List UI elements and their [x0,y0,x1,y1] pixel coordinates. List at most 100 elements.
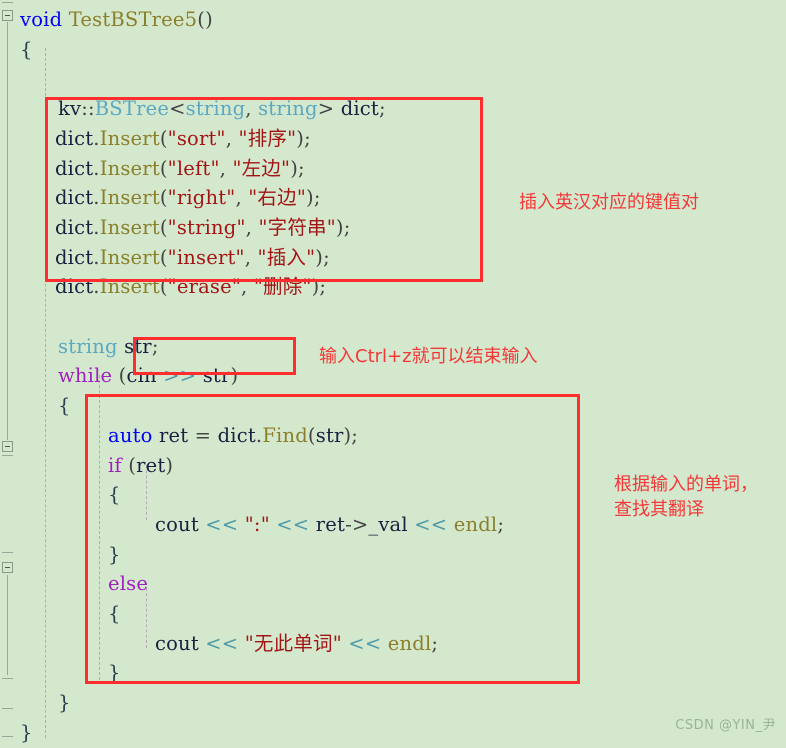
code-token: string [258,97,318,121]
code-token: "排序" [238,126,297,150]
code-token: , [235,186,249,210]
code-token: cin [126,364,157,388]
code-token: , [225,126,239,150]
code-token: ); [306,186,321,210]
ctrl-z-note: 输入Ctrl+z就可以结束输入 [319,346,538,367]
code-token: ); [296,126,311,150]
code-token: _val [368,512,408,536]
code-token: "右边" [248,186,307,210]
code-token: "insert" [167,245,245,269]
code-line[interactable]: dict.Insert("right", "右边"); [0,183,321,213]
code-token: > [317,97,341,121]
code-token: endl [453,512,498,536]
code-token: str [315,423,344,447]
code-token: } [58,691,71,715]
code-token: ; [378,97,386,121]
code-token: ); [290,156,305,180]
translate-note: 根据输入的单词， 查找其翻译 [614,474,758,520]
code-line[interactable]: { [0,35,33,65]
code-token: "right" [167,186,236,210]
code-line[interactable]: kv::BSTree<string, string> dict; [0,94,386,124]
code-token: cout [155,512,199,536]
code-token: Insert [99,156,160,180]
code-line[interactable]: { [0,599,121,629]
code-token: "无此单词" [244,631,342,655]
code-token: dict [55,126,94,150]
code-token: if [108,453,122,477]
fold-tick-top [2,2,13,3]
code-token: = [188,423,218,447]
code-token: Insert [99,275,160,299]
code-token: -> [345,512,369,536]
code-line[interactable]: string str; [0,332,159,362]
code-token: Insert [99,245,160,269]
code-line[interactable]: } [0,688,71,718]
code-line[interactable]: cout << "无此单词" << endl; [0,629,438,659]
insert-note: 插入英汉对应的键值对 [519,192,699,213]
code-token: < [169,97,186,121]
code-token: "left" [167,156,220,180]
code-line[interactable]: while (cin >> str) [0,361,238,391]
code-line[interactable]: { [0,480,121,510]
code-token: ( [159,215,168,239]
code-token: ret [136,453,166,477]
code-token: , [244,245,258,269]
code-token: Insert [99,215,160,239]
code-line[interactable] [0,302,58,332]
code-token: , [219,156,233,180]
code-token: TestBSTree5 [68,8,198,31]
code-token: ":" [244,512,270,536]
code-token: ( [159,186,168,210]
code-token: ) [165,453,174,477]
code-line[interactable]: void TestBSTree5() [0,5,213,35]
code-token: Find [262,423,308,447]
code-token: ); [315,245,330,269]
code-line[interactable]: dict.Insert("string", "字符串"); [0,213,351,243]
code-token: "erase" [167,275,242,299]
code-line[interactable]: } [0,540,121,570]
code-token: else [108,572,149,596]
code-token: :: [81,97,95,121]
code-token: auto [108,423,153,447]
code-token: endl [387,631,432,655]
code-token: ( [307,423,316,447]
code-token: ); [311,275,327,299]
code-line[interactable]: dict.Insert("sort", "排序"); [0,124,311,154]
code-line[interactable]: dict.Insert("left", "左边"); [0,154,305,184]
code-line[interactable]: { [0,391,71,421]
code-token: "sort" [167,126,226,150]
code-token: << [205,631,239,655]
code-line[interactable]: cout << ":" << ret->_val << endl; [0,510,504,540]
code-line[interactable] [0,64,58,94]
code-line[interactable]: dict.Insert("insert", "插入"); [0,243,330,273]
code-token: "左边" [232,156,291,180]
code-token: dict [55,156,94,180]
code-token: string [185,97,246,121]
code-token: dict [340,97,379,121]
code-token: ) [230,364,239,388]
code-token: } [108,542,121,566]
code-token: ret [315,512,346,536]
code-line[interactable]: auto ret = dict.Find(str); [0,421,358,451]
code-token: , [245,215,259,239]
code-token: ( [159,245,168,269]
code-token: { [58,394,71,418]
code-token: dict [55,275,94,299]
code-token: "删除" [253,275,312,299]
code-line[interactable]: } [0,718,33,748]
code-token: "string" [167,215,246,239]
code-token: kv [58,97,82,121]
code-line[interactable]: } [0,658,121,688]
code-line[interactable]: else [0,569,148,599]
code-token: cout [155,631,199,655]
code-token: { [20,37,33,61]
code-token: "插入" [257,245,316,269]
code-line[interactable]: if (ret) [0,451,173,481]
code-token: , [245,97,259,121]
code-token: << [276,512,310,536]
code-token: ); [343,423,359,447]
code-token: ; [151,334,159,358]
code-token: dict [55,245,94,269]
code-line[interactable]: dict.Insert("erase", "删除"); [0,272,326,302]
code-token: dict [55,186,94,210]
